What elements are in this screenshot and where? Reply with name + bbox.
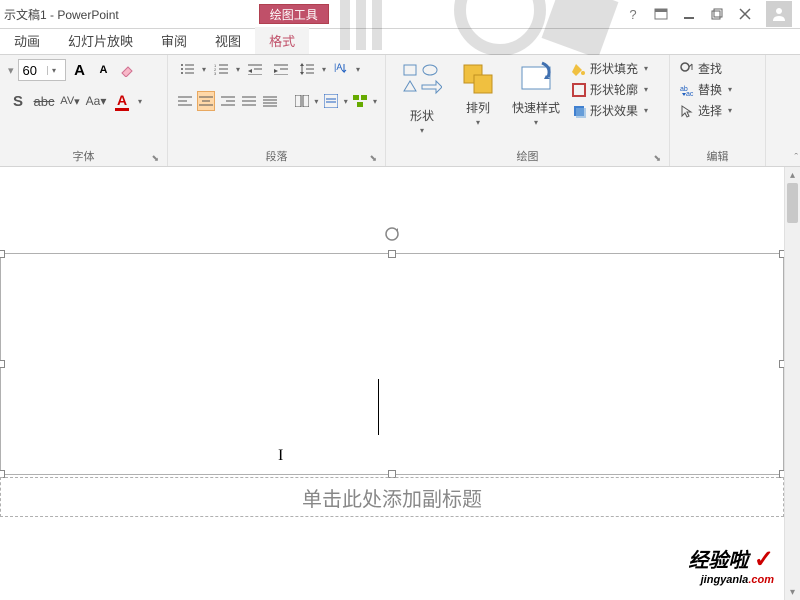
arrange-icon <box>460 61 496 97</box>
shape-fill-button[interactable]: 形状填充▾ <box>570 59 650 78</box>
tab-review[interactable]: 审阅 <box>147 27 201 54</box>
table-row[interactable] <box>31 350 41 376</box>
scroll-down-icon[interactable]: ▾ <box>785 584 800 600</box>
close-button[interactable] <box>734 3 756 25</box>
shadow-icon[interactable]: S <box>8 91 28 111</box>
columns-icon[interactable] <box>293 91 310 111</box>
arrange-button[interactable]: 排列 ▾ <box>454 59 502 129</box>
distribute-icon[interactable] <box>262 91 279 111</box>
strikethrough-icon[interactable]: abc <box>34 91 54 111</box>
tab-format[interactable]: 格式 <box>255 27 309 54</box>
vertical-scrollbar[interactable]: ▴ ▾ <box>784 167 800 600</box>
shape-outline-label: 形状轮廓 <box>590 81 638 98</box>
clear-format-icon[interactable] <box>118 60 138 80</box>
smartart-icon[interactable] <box>352 91 369 111</box>
restore-button[interactable] <box>706 3 728 25</box>
minimize-button[interactable] <box>678 3 700 25</box>
find-label: 查找 <box>698 60 722 77</box>
user-account-icon[interactable] <box>766 1 792 27</box>
replace-icon: abac <box>680 83 694 97</box>
increase-font-icon[interactable]: A <box>70 60 90 80</box>
text-direction-icon[interactable]: |A <box>330 59 352 79</box>
window-title: 示文稿1 - PowerPoint <box>0 6 119 23</box>
slide-table[interactable] <box>30 297 41 376</box>
decrease-indent-icon[interactable] <box>244 59 266 79</box>
rotate-handle-icon[interactable] <box>384 226 400 242</box>
quick-styles-icon <box>518 61 554 97</box>
contextual-tab-label: 绘图工具 <box>259 4 329 24</box>
text-cursor <box>378 379 379 435</box>
tab-view[interactable]: 视图 <box>201 27 255 54</box>
scroll-up-icon[interactable]: ▴ <box>785 167 800 183</box>
tab-slideshow[interactable]: 幻灯片放映 <box>54 27 147 54</box>
watermark-url: jingyanla <box>701 574 749 586</box>
char-spacing-icon[interactable]: AV▾ <box>60 91 80 111</box>
justify-icon[interactable] <box>240 91 257 111</box>
scroll-thumb[interactable] <box>787 183 798 223</box>
collapse-ribbon-icon[interactable]: ˆ <box>794 152 798 164</box>
increase-indent-icon[interactable] <box>270 59 292 79</box>
subtitle-placeholder-text: 单击此处添加副标题 <box>302 483 482 512</box>
shape-fill-icon <box>572 62 586 76</box>
numbering-icon[interactable]: 123 <box>210 59 232 79</box>
decrease-font-icon[interactable]: A <box>94 60 114 80</box>
editing-group-label: 编辑 <box>707 151 729 163</box>
bullets-icon[interactable] <box>176 59 198 79</box>
arrange-label: 排列 <box>466 99 490 116</box>
resize-handle[interactable] <box>0 360 5 368</box>
ribbon-display-button[interactable] <box>650 3 672 25</box>
drawing-dialog-launcher[interactable]: ⬊ <box>653 153 661 164</box>
watermark-check-icon: ✓ <box>754 546 774 573</box>
paragraph-group-label: 段落 <box>266 151 288 163</box>
font-size-value: 60 <box>23 63 37 78</box>
svg-text:|A: |A <box>334 62 342 72</box>
drawing-group-label: 绘图 <box>517 151 539 163</box>
shape-effects-label: 形状效果 <box>590 102 638 119</box>
quick-styles-button[interactable]: 快速样式 ▾ <box>506 59 566 129</box>
svg-text:3: 3 <box>214 71 217 75</box>
shape-outline-icon <box>572 83 586 97</box>
table-row[interactable] <box>31 324 41 350</box>
find-button[interactable]: 查找 <box>678 59 757 78</box>
replace-button[interactable]: abac替换▾ <box>678 80 757 99</box>
font-size-input[interactable]: 60▾ <box>18 59 66 81</box>
resize-handle[interactable] <box>0 250 5 258</box>
ibeam-cursor-icon: I <box>278 447 283 465</box>
select-label: 选择 <box>698 102 722 119</box>
change-case-icon[interactable]: Aa▾ <box>86 91 106 111</box>
shape-outline-button[interactable]: 形状轮廓▾ <box>570 80 650 99</box>
font-dialog-launcher[interactable]: ⬊ <box>151 153 159 164</box>
shapes-label: 形状 <box>410 107 434 124</box>
align-left-icon[interactable] <box>176 91 193 111</box>
title-placeholder-selection[interactable] <box>0 253 784 475</box>
shapes-button[interactable]: 形状 ▾ <box>394 59 450 137</box>
paragraph-dialog-launcher[interactable]: ⬊ <box>369 153 377 164</box>
watermark-url-com: .com <box>748 574 774 586</box>
line-spacing-icon[interactable] <box>296 59 318 79</box>
slide-canvas[interactable]: I 单击此处添加副标题 经验啦 ✓ jingyanla.com <box>0 167 784 600</box>
shapes-gallery-icon <box>400 61 444 105</box>
font-dropdown-indicator[interactable]: ▾ <box>8 64 14 77</box>
align-text-icon[interactable] <box>322 91 339 111</box>
find-icon <box>680 62 694 76</box>
select-button[interactable]: 选择▾ <box>678 101 757 120</box>
svg-text:ac: ac <box>686 91 694 97</box>
watermark-text: 经验啦 <box>688 550 748 572</box>
font-group-label: 字体 <box>73 151 95 163</box>
help-button[interactable]: ? <box>622 3 644 25</box>
select-icon <box>680 104 694 118</box>
font-color-icon[interactable]: A <box>112 91 132 111</box>
shape-effects-icon <box>572 104 586 118</box>
replace-label: 替换 <box>698 81 722 98</box>
watermark: 经验啦 ✓ jingyanla.com <box>688 544 774 586</box>
shape-effects-button[interactable]: 形状效果▾ <box>570 101 650 120</box>
shape-fill-label: 形状填充 <box>590 60 638 77</box>
align-center-icon[interactable] <box>197 91 215 111</box>
table-row[interactable] <box>31 298 41 324</box>
tab-animation[interactable]: 动画 <box>0 27 54 54</box>
quick-styles-label: 快速样式 <box>512 99 560 116</box>
subtitle-placeholder[interactable]: 单击此处添加副标题 <box>0 477 784 517</box>
resize-handle[interactable] <box>388 250 396 258</box>
align-right-icon[interactable] <box>219 91 236 111</box>
